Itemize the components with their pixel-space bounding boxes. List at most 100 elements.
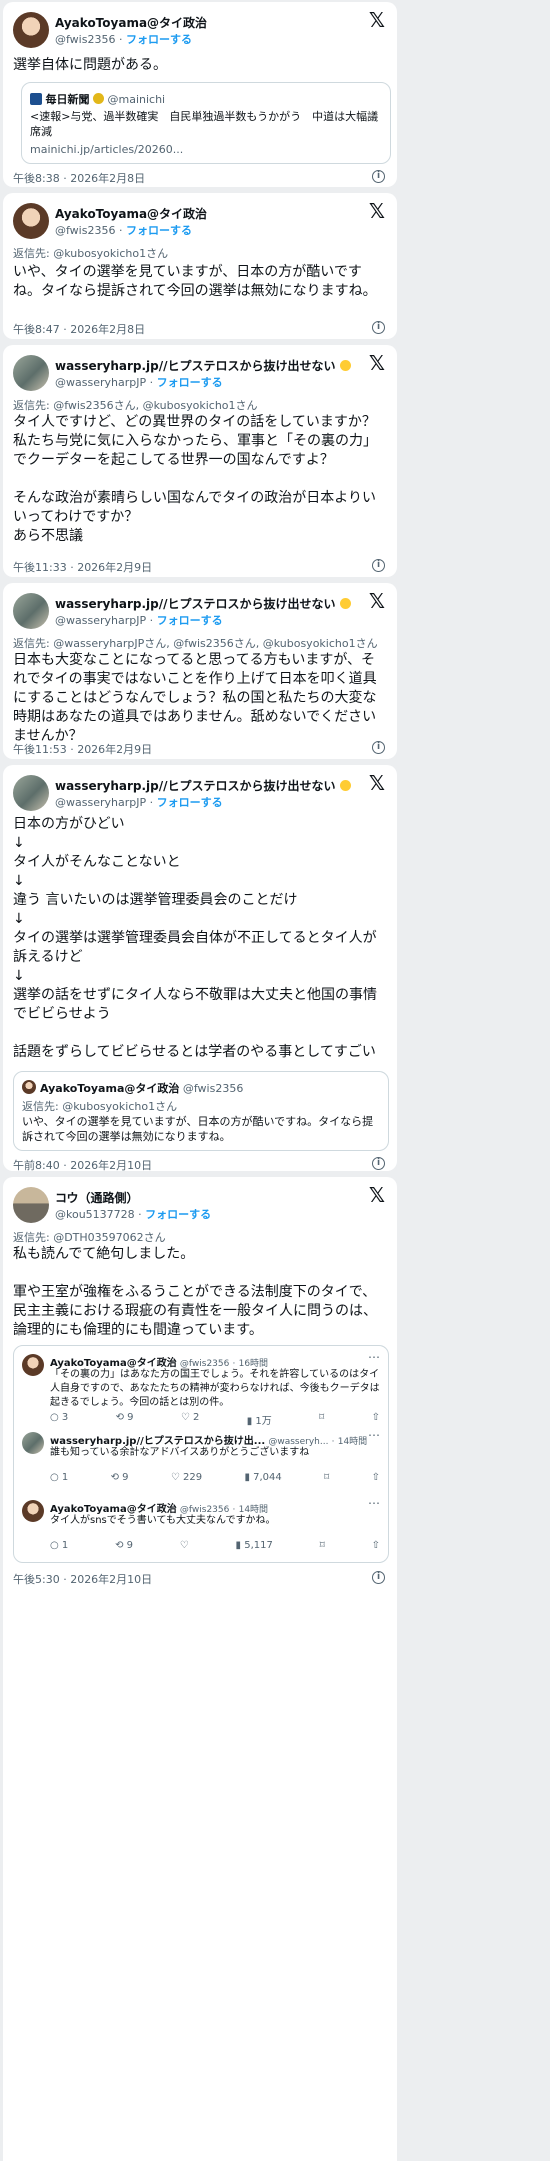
author-name[interactable]: wasseryharp.jp//ヒプステロスから抜け出せない — [55, 779, 336, 793]
post-line: ↓ — [13, 873, 25, 889]
quoted-author-row: AyakoToyama@タイ政治 @fwis2356 — [40, 1080, 243, 1096]
author-handle[interactable]: @wasseryharpJP — [55, 614, 146, 627]
post-line: ↓ — [13, 911, 25, 927]
author-name-row[interactable]: wasseryharp.jp//ヒプステロスから抜け出せない — [55, 777, 351, 794]
post-line: あら不思議 — [13, 528, 83, 544]
post-card[interactable]: wasseryharp.jp//ヒプステロスから抜け出せない @wasseryh… — [3, 345, 397, 577]
post-line: ↓ — [13, 968, 25, 984]
post-text: タイ人ですけど、どの異世界のタイの話をしていますか？私たち与党に気に入らなかった… — [13, 413, 389, 546]
author-name-row[interactable]: wasseryharp.jp//ヒプステロスから抜け出せない — [55, 357, 351, 374]
reply-to-label: 返信先: @kubosyokicho1さん — [13, 247, 169, 260]
x-logo-icon[interactable]: 𝕏 — [369, 589, 385, 613]
post-line: 違う 言いたいのは選挙管理委員会のことだけ — [13, 892, 298, 908]
verified-badge-icon — [93, 93, 104, 104]
x-logo-icon[interactable]: 𝕏 — [369, 771, 385, 795]
post-timestamp[interactable]: 午後8:38 · 2026年2月8日 — [13, 170, 145, 186]
views-icon: ▮ 5,117 — [235, 1540, 273, 1551]
author-name[interactable]: wasseryharp.jp//ヒプステロスから抜け出せない — [55, 359, 336, 373]
reply-to-label: 返信先: @fwis2356さん, @kubosyokicho1さん — [13, 399, 258, 412]
post-card[interactable]: コウ（通路側） @kou5137728 · フォローする 𝕏 返信先: @DTH… — [3, 1177, 397, 2161]
post-timestamp[interactable]: 午後11:53 · 2026年2月9日 — [13, 741, 152, 757]
post-timestamp[interactable]: 午後5:30 · 2026年2月10日 — [13, 1571, 152, 1587]
post-timestamp[interactable]: 午後11:33 · 2026年2月9日 — [13, 559, 152, 575]
share-icon: ⇧ — [371, 1472, 380, 1483]
reply-text: タイ人がsnsでそう書いても大丈夫なんですかね。 — [50, 1515, 276, 1526]
follow-button[interactable]: フォローする — [157, 376, 223, 389]
link-source-handle: @mainichi — [107, 93, 166, 106]
post-line: ​ — [13, 1024, 389, 1043]
post-line: ​ — [13, 1264, 389, 1283]
bookmark-icon: ⌑ — [324, 1472, 330, 1483]
post-card[interactable]: AyakoToyama@タイ政治 @fwis2356 · フォローする 𝕏 返信… — [3, 193, 397, 339]
views-icon: ▮ 7,044 — [244, 1472, 282, 1483]
info-icon[interactable]: i — [372, 559, 385, 572]
avatar — [22, 1500, 44, 1522]
author-handle[interactable]: @fwis2356 — [55, 33, 115, 46]
quoted-avatar — [22, 1080, 36, 1094]
post-card[interactable]: wasseryharp.jp//ヒプステロスから抜け出せない @wasseryh… — [3, 765, 397, 1173]
author-handle-row: @kou5137728 · フォローする — [55, 1208, 212, 1221]
x-logo-icon[interactable]: 𝕏 — [369, 1183, 385, 1207]
x-logo-icon[interactable]: 𝕏 — [369, 351, 385, 375]
post-line: 選挙の話をせずにタイ人なら不敬罪は大丈夫と他国の事情でビビらせよう — [13, 987, 377, 1022]
info-icon[interactable]: i — [372, 1571, 385, 1584]
avatar[interactable] — [13, 593, 49, 629]
follow-button[interactable]: フォローする — [157, 796, 223, 809]
author-handle[interactable]: @kou5137728 — [55, 1208, 135, 1221]
avatar[interactable] — [13, 203, 49, 239]
author-handle-row: @fwis2356 · フォローする — [55, 224, 192, 237]
author-handle[interactable]: @fwis2356 — [55, 224, 115, 237]
share-icon: ⇧ — [371, 1540, 380, 1551]
avatar[interactable] — [13, 775, 49, 811]
smile-emoji-icon — [339, 780, 351, 791]
post-line: 私も読んでて絶句しました。 — [13, 1246, 195, 1262]
avatar[interactable] — [13, 355, 49, 391]
reply-icon: ○ 1 — [50, 1540, 69, 1551]
follow-button[interactable]: フォローする — [126, 33, 192, 46]
info-icon[interactable]: i — [372, 1157, 385, 1170]
quoted-author-name: AyakoToyama@タイ政治 — [40, 1082, 180, 1095]
quoted-post[interactable]: AyakoToyama@タイ政治 @fwis2356 返信先: @kubosyo… — [13, 1071, 389, 1151]
post-line: タイの選挙は選挙管理委員会自体が不正してるとタイ人が訴えるけど — [13, 930, 377, 965]
post-timestamp[interactable]: 午前8:40 · 2026年2月10日 — [13, 1157, 152, 1173]
post-line: ​ — [13, 470, 389, 489]
author-handle[interactable]: @wasseryharpJP — [55, 796, 146, 809]
thread-reply: AyakoToyama@タイ政治 @fwis2356 · 16時間 ⋯ 「その裏… — [14, 1346, 388, 1427]
share-icon: ⇧ — [371, 1412, 380, 1423]
reply-icon: ○ 1 — [50, 1472, 69, 1483]
author-name[interactable]: wasseryharp.jp//ヒプステロスから抜け出せない — [55, 597, 336, 611]
post-card[interactable]: AyakoToyama@タイ政治 @fwis2356 · フォローする 𝕏 選挙… — [3, 2, 397, 187]
post-line: 日本の方がひどい — [13, 816, 125, 832]
reply-header: wasseryharp.jp//ヒプステロスから抜け出... @wasseryh… — [50, 1436, 368, 1447]
author-name-row[interactable]: wasseryharp.jp//ヒプステロスから抜け出せない — [55, 595, 351, 612]
quoted-text: いや、タイの選挙を見ていますが、日本の方が酷いですね。タイなら提訴されて今回の選… — [22, 1115, 374, 1143]
follow-button[interactable]: フォローする — [145, 1208, 211, 1221]
info-icon[interactable]: i — [372, 321, 385, 334]
post-timestamp[interactable]: 午後8:47 · 2026年2月8日 — [13, 321, 145, 337]
author-handle[interactable]: @wasseryharpJP — [55, 376, 146, 389]
post-card[interactable]: wasseryharp.jp//ヒプステロスから抜け出せない @wasseryh… — [3, 583, 397, 759]
reply-text: 誰も知っている余計なアドバイスありがとうございますね — [50, 1447, 310, 1458]
author-handle-row: @wasseryharpJP · フォローする — [55, 376, 223, 389]
link-preview-card[interactable]: 毎日新聞 @mainichi <速報>与党、過半数確実 自民単独過半数もうかがう… — [21, 82, 391, 164]
quoted-author-handle: @fwis2356 — [182, 1082, 244, 1095]
link-url: mainichi.jp/articles/20260... — [30, 143, 184, 156]
follow-button[interactable]: フォローする — [126, 224, 192, 237]
avatar — [22, 1354, 44, 1376]
author-name[interactable]: コウ（通路側） — [55, 1189, 139, 1206]
info-icon[interactable]: i — [372, 741, 385, 754]
retweet-icon: ⟲ 9 — [110, 1472, 129, 1483]
author-handle-row: @fwis2356 · フォローする — [55, 33, 192, 46]
post-line: タイ人ですけど、どの異世界のタイの話をしていますか？私たち与党に気に入らなかった… — [13, 414, 377, 468]
info-icon[interactable]: i — [372, 170, 385, 183]
author-name[interactable]: AyakoToyama@タイ政治 — [55, 205, 207, 222]
x-logo-icon[interactable]: 𝕏 — [369, 199, 385, 223]
follow-button[interactable]: フォローする — [157, 614, 223, 627]
author-name[interactable]: AyakoToyama@タイ政治 — [55, 14, 207, 31]
reply-header: AyakoToyama@タイ政治 @fwis2356 · 14時間 — [50, 1504, 269, 1515]
avatar[interactable] — [13, 12, 49, 48]
avatar — [22, 1432, 44, 1454]
x-logo-icon[interactable]: 𝕏 — [369, 8, 385, 32]
avatar[interactable] — [13, 1187, 49, 1223]
link-source-name: 毎日新聞 — [45, 93, 90, 106]
